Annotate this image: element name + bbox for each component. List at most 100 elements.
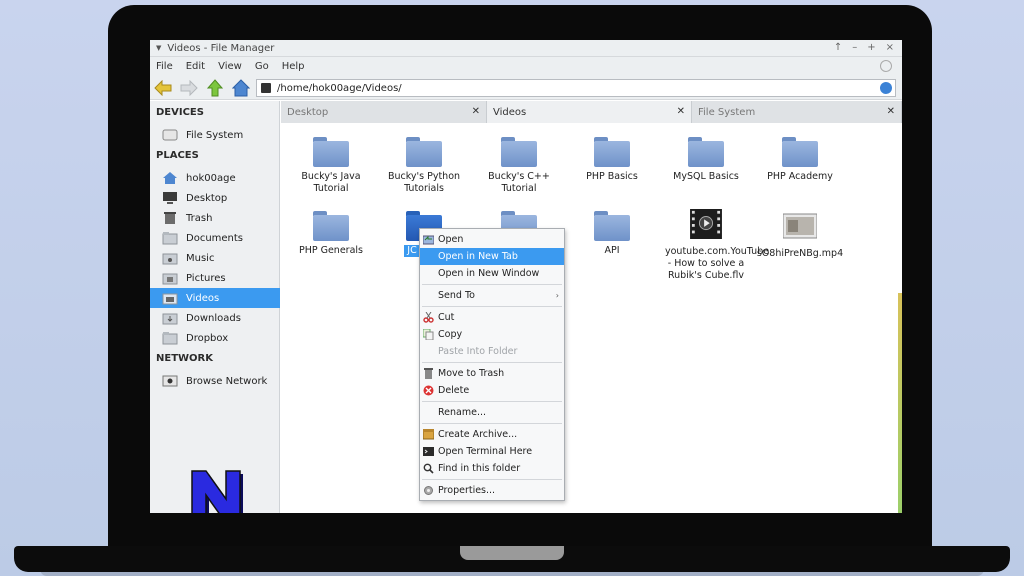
path-bar[interactable]: /home/hok00age/Videos/ <box>256 79 896 97</box>
menu-item-label: Open in New Tab <box>438 251 518 262</box>
menu-edit[interactable]: Edit <box>186 61 205 72</box>
tab-file-system[interactable]: File System ✕ <box>692 101 902 123</box>
title-bar: ▼ Videos - File Manager ↑ – + × <box>150 40 902 57</box>
menu-separator <box>422 479 562 480</box>
location-icon <box>261 83 271 93</box>
sidebar-item-label: Videos <box>186 292 220 304</box>
window-title: Videos - File Manager <box>167 42 275 54</box>
file-item[interactable]: PHP Basics <box>567 137 657 183</box>
sidebar-item-videos[interactable]: Videos <box>150 288 280 308</box>
menu-item-move-to-trash[interactable]: Move to Trash <box>420 365 564 382</box>
minimize-button[interactable]: – <box>852 42 857 53</box>
tab-desktop[interactable]: Desktop ✕ <box>281 101 487 123</box>
menu-item-cut[interactable]: Cut <box>420 309 564 326</box>
menu-separator <box>422 362 562 363</box>
file-item[interactable]: youtube.com.YouTube - How to solve a Rub… <box>659 209 769 282</box>
sidebar-item-trash[interactable]: Trash <box>150 208 280 228</box>
sidebar-item-label: hok00age <box>186 172 236 184</box>
close-button[interactable]: × <box>886 42 894 53</box>
menu-item-send-to[interactable]: Send To › <box>420 287 564 304</box>
close-icon[interactable]: ✕ <box>677 106 685 117</box>
file-item[interactable]: PHP Academy <box>755 137 845 183</box>
maximize-button[interactable]: + <box>867 42 875 53</box>
forward-icon[interactable] <box>180 79 198 97</box>
desktop-icon <box>162 191 178 205</box>
sidebar-item-downloads[interactable]: Downloads <box>150 308 280 328</box>
terminal-icon <box>423 447 434 456</box>
sidebar-item-label: Music <box>186 252 215 264</box>
menu-item-open[interactable]: Open <box>420 231 564 248</box>
sidebar-item-file-system[interactable]: File System <box>150 125 280 145</box>
menu-item-find-in-this-folder[interactable]: Find in this folder <box>420 460 564 477</box>
menu-item-paste-into-folder[interactable]: Paste Into Folder <box>420 343 564 360</box>
sidebar-item-desktop[interactable]: Desktop <box>150 188 280 208</box>
menu-go[interactable]: Go <box>255 61 269 72</box>
folder-icon <box>162 231 178 245</box>
file-item[interactable]: sO8hiPreNBg.mp4 <box>753 211 847 260</box>
reload-icon[interactable] <box>880 82 892 94</box>
menu-item-label: Open in New Window <box>438 268 540 279</box>
folder-icon <box>594 137 630 167</box>
close-icon[interactable]: ✕ <box>887 106 895 117</box>
menu-item-open-in-new-tab[interactable]: Open in New Tab <box>420 248 564 265</box>
menu-separator <box>422 284 562 285</box>
sidebar-item-pictures[interactable]: Pictures <box>150 268 280 288</box>
menu-item-rename[interactable]: Rename... <box>420 404 564 421</box>
folder-icon <box>313 137 349 167</box>
sidebar-item-browse-network[interactable]: Browse Network <box>150 371 280 391</box>
close-icon[interactable]: ✕ <box>472 106 480 117</box>
file-item[interactable]: MySQL Basics <box>661 137 751 183</box>
trash-icon <box>424 368 433 379</box>
sidebar-item-home[interactable]: hok00age <box>150 168 280 188</box>
tab-label: Desktop <box>287 106 329 118</box>
sidebar-item-dropbox[interactable]: Dropbox <box>150 328 280 348</box>
menu-item-label: Open <box>438 234 464 245</box>
sidebar-item-label: Pictures <box>186 272 226 284</box>
delete-icon <box>423 385 434 396</box>
window-menu-icon[interactable]: ▼ <box>156 44 161 52</box>
copy-icon <box>423 329 434 340</box>
sidebar-item-documents[interactable]: Documents <box>150 228 280 248</box>
file-label: Bucky's C++ Tutorial <box>488 171 550 194</box>
scissors-icon <box>423 312 434 323</box>
places-heading: PLACES <box>156 150 199 161</box>
up-icon[interactable] <box>206 78 224 97</box>
file-item[interactable]: Bucky's Java Tutorial <box>286 137 376 195</box>
home-icon[interactable] <box>232 78 250 97</box>
file-label: MySQL Basics <box>673 171 739 182</box>
folder-icon <box>162 331 178 345</box>
archive-icon <box>423 429 434 440</box>
file-item[interactable]: Bucky's C++ Tutorial <box>474 137 564 195</box>
back-icon[interactable] <box>154 79 172 97</box>
menu-view[interactable]: View <box>218 61 242 72</box>
menu-item-properties[interactable]: Properties... <box>420 482 564 499</box>
menu-item-open-in-new-window[interactable]: Open in New Window <box>420 265 564 282</box>
menu-file[interactable]: File <box>156 61 173 72</box>
file-item[interactable]: API <box>567 211 657 257</box>
file-item[interactable]: PHP Generals <box>286 211 376 257</box>
file-label: sO8hiPreNBg.mp4 <box>756 248 844 259</box>
menu-item-copy[interactable]: Copy <box>420 326 564 343</box>
toolbar: /home/hok00age/Videos/ <box>150 76 902 100</box>
sidebar-item-label: Downloads <box>186 312 241 324</box>
sidebar-item-label: Trash <box>186 212 213 224</box>
open-icon <box>423 235 434 245</box>
keep-above-button[interactable]: ↑ <box>834 42 842 53</box>
menu-item-create-archive[interactable]: Create Archive... <box>420 426 564 443</box>
folder-icon <box>406 137 442 167</box>
menu-item-delete[interactable]: Delete <box>420 382 564 399</box>
file-item[interactable]: Bucky's Python Tutorials <box>379 137 469 195</box>
menu-help[interactable]: Help <box>282 61 305 72</box>
network-heading: NETWORK <box>156 353 214 364</box>
menu-item-label: Delete <box>438 385 470 396</box>
sidebar-item-music[interactable]: Music <box>150 248 280 268</box>
file-view: Bucky's Java Tutorial Bucky's Python Tut… <box>281 123 902 513</box>
menu-item-label: Create Archive... <box>438 429 518 440</box>
tab-videos[interactable]: Videos ✕ <box>487 101 692 123</box>
menu-item-open-terminal-here[interactable]: Open Terminal Here <box>420 443 564 460</box>
menu-separator <box>422 401 562 402</box>
window-controls: ↑ – + × <box>834 42 894 53</box>
folder-icon <box>594 211 630 241</box>
path-input[interactable]: /home/hok00age/Videos/ <box>277 83 402 94</box>
sidebar-item-label: Browse Network <box>186 375 268 387</box>
